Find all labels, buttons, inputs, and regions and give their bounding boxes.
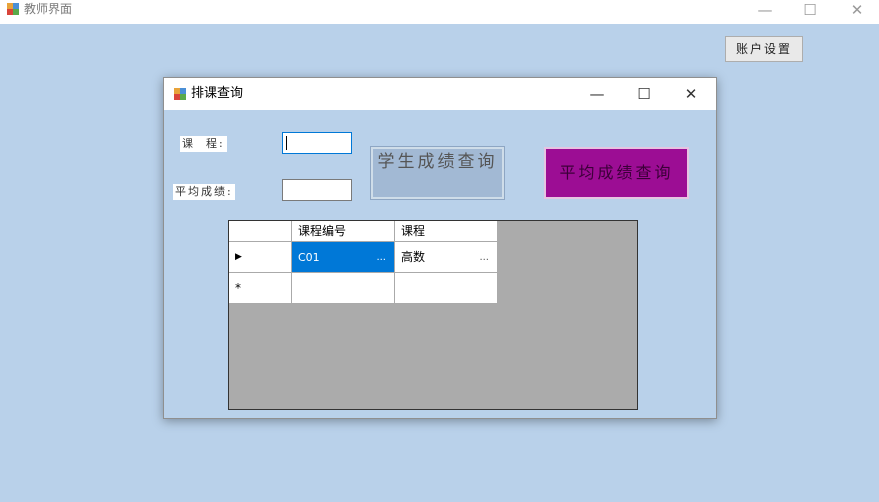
maximize-icon[interactable]: ☐ — [797, 0, 823, 20]
main-window-title: 教师界面 — [24, 2, 73, 16]
dialog-title: 排课查询 — [191, 86, 244, 101]
dialog-icon — [174, 88, 186, 100]
close-icon[interactable]: ✕ — [844, 0, 870, 20]
app-icon — [7, 3, 19, 15]
course-query-dialog: 排课查询 — ☐ ✕ 课 程: 平均成绩: 学生成绩查询 平均成绩查询 课程编号… — [163, 77, 717, 419]
dialog-close-icon[interactable]: ✕ — [678, 78, 704, 110]
column-header-course-id[interactable]: 课程编号 — [292, 221, 395, 242]
row-indicator-current[interactable]: ▶ — [229, 242, 292, 273]
table-cell-course[interactable] — [395, 273, 498, 304]
course-input[interactable] — [282, 132, 352, 154]
dialog-maximize-icon[interactable]: ☐ — [631, 78, 657, 110]
row-header-corner — [229, 221, 292, 242]
table-cell-course[interactable]: 高数 ... — [395, 242, 498, 273]
course-data-grid[interactable]: 课程编号 课程 ▶ C01 ... 高数 ... * — [228, 220, 638, 410]
cell-value: C01 — [298, 251, 320, 264]
text-caret — [286, 136, 287, 150]
student-score-query-button[interactable]: 学生成绩查询 — [370, 146, 505, 200]
cell-value: 高数 — [401, 250, 426, 264]
minimize-icon[interactable]: — — [752, 0, 778, 20]
cell-ellipsis: ... — [376, 252, 386, 263]
dialog-minimize-icon[interactable]: — — [584, 78, 610, 110]
average-score-label: 平均成绩: — [173, 184, 235, 200]
row-indicator-new[interactable]: * — [229, 273, 292, 304]
column-header-course[interactable]: 课程 — [395, 221, 498, 242]
current-row-arrow-icon: ▶ — [235, 252, 242, 262]
cell-ellipsis: ... — [479, 252, 489, 263]
average-score-query-button[interactable]: 平均成绩查询 — [544, 147, 689, 199]
new-row-asterisk-icon: * — [235, 281, 241, 295]
average-score-input[interactable] — [282, 179, 352, 201]
course-label: 课 程: — [180, 136, 227, 152]
dialog-titlebar: 排课查询 — ☐ ✕ — [164, 78, 716, 110]
table-cell-course-id[interactable]: C01 ... — [292, 242, 395, 273]
table-cell-course-id[interactable] — [292, 273, 395, 304]
account-settings-button[interactable]: 账户设置 — [725, 36, 803, 62]
main-titlebar: 教师界面 — ☐ ✕ — [0, 0, 879, 24]
